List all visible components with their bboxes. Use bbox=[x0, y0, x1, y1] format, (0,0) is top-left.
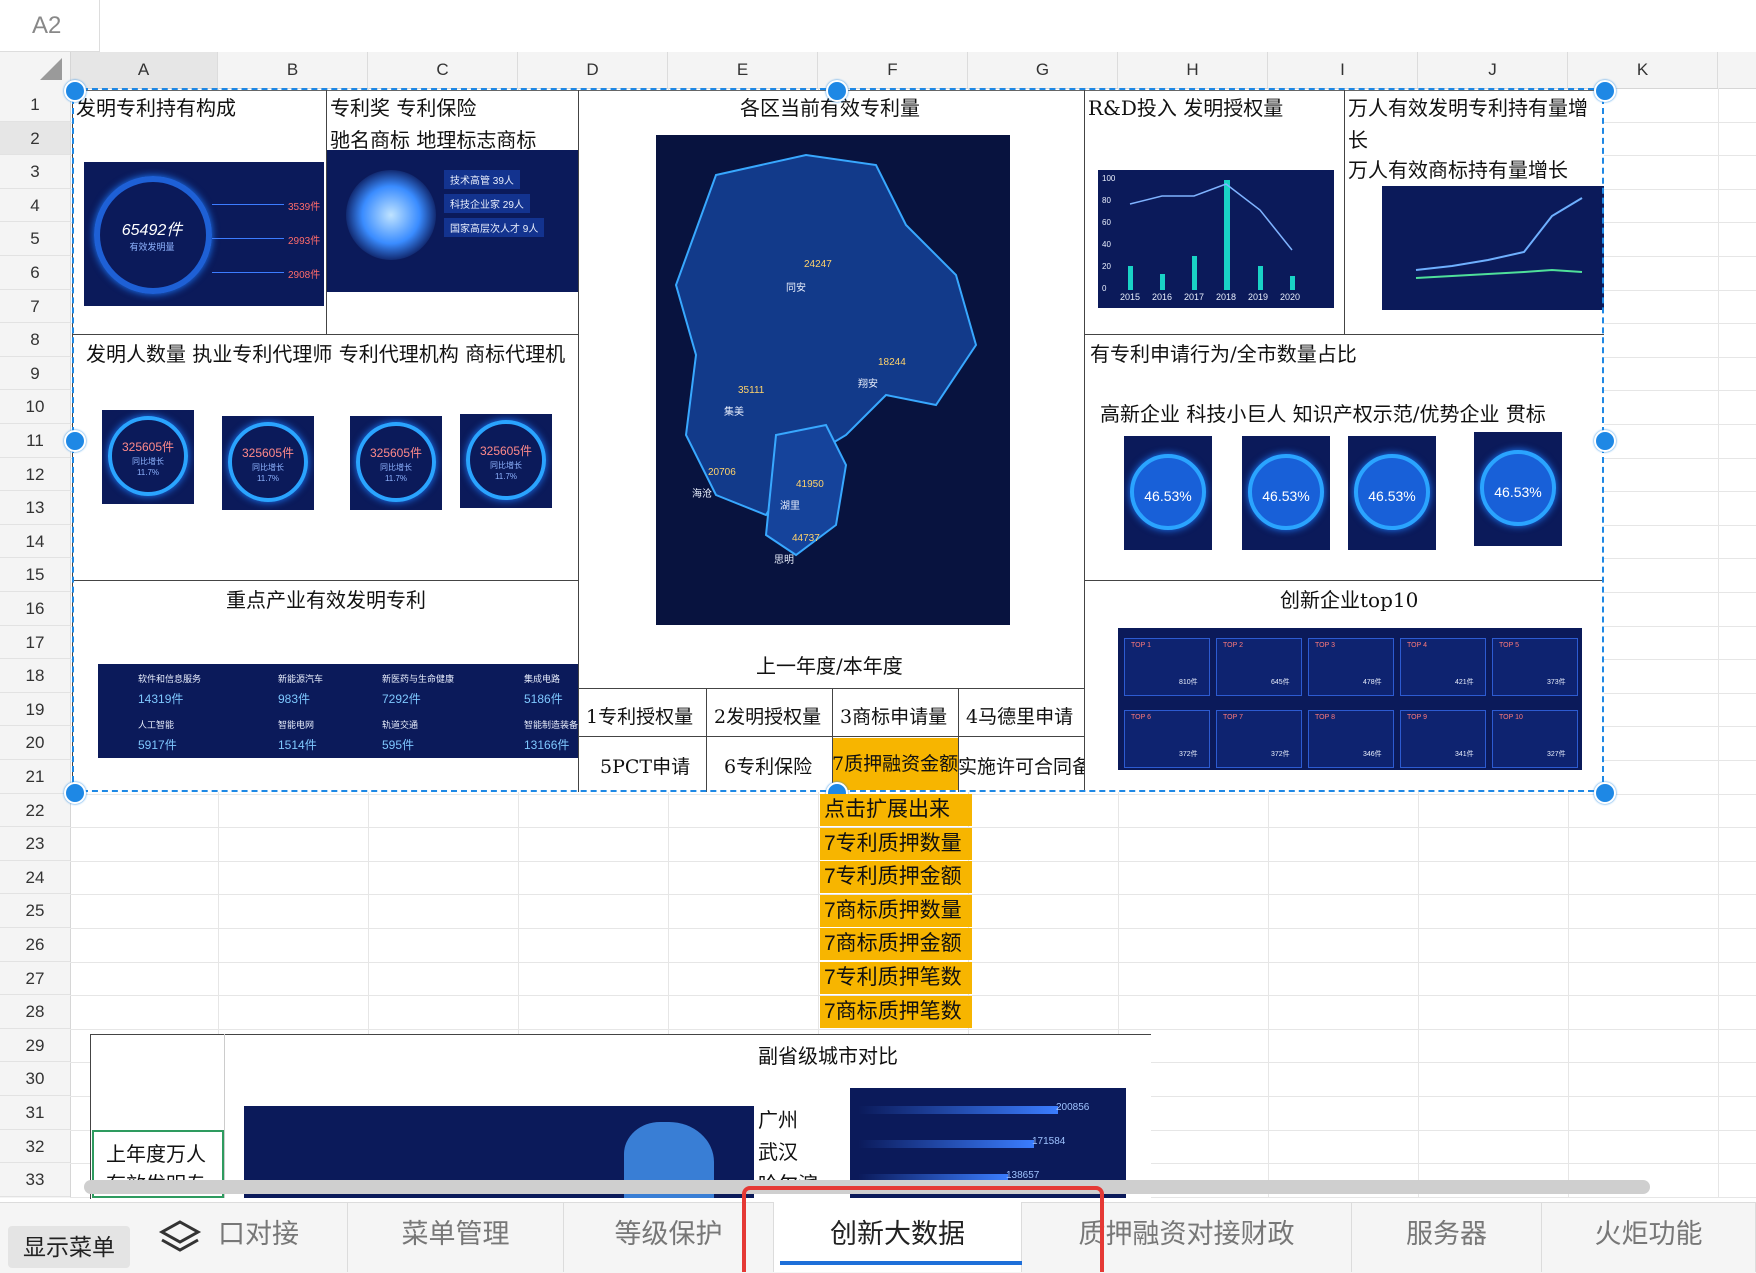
expanded-list-item[interactable]: 7商标质押金额 bbox=[820, 928, 972, 961]
row-header-23[interactable]: 23 bbox=[0, 827, 70, 861]
row-header-27[interactable]: 27 bbox=[0, 962, 70, 996]
expanded-list-item[interactable]: 7专利质押金额 bbox=[820, 861, 972, 894]
row-header-9[interactable]: 9 bbox=[0, 357, 70, 391]
row-header-29[interactable]: 29 bbox=[0, 1029, 70, 1063]
column-header-c[interactable]: C bbox=[368, 52, 518, 88]
row-header-7[interactable]: 7 bbox=[0, 290, 70, 324]
row-header-31[interactable]: 31 bbox=[0, 1096, 70, 1130]
row-header-17[interactable]: 17 bbox=[0, 626, 70, 660]
row-header-13[interactable]: 13 bbox=[0, 491, 70, 525]
row-header-8[interactable]: 8 bbox=[0, 323, 70, 357]
grid-row-line bbox=[70, 1028, 1756, 1030]
row-header-4[interactable]: 4 bbox=[0, 189, 70, 223]
row-header-20[interactable]: 20 bbox=[0, 726, 70, 760]
expanded-list-item[interactable]: 7专利质押数量 bbox=[820, 827, 972, 860]
column-header-i[interactable]: I bbox=[1268, 52, 1418, 88]
row-header-33[interactable]: 33 bbox=[0, 1163, 70, 1197]
column-header-k[interactable]: K bbox=[1568, 52, 1718, 88]
row-header-22[interactable]: 22 bbox=[0, 794, 70, 828]
selection-frame[interactable] bbox=[72, 88, 1604, 792]
cell-reference: A2 bbox=[32, 11, 62, 39]
column-header-a[interactable]: A bbox=[70, 52, 218, 88]
tab-server[interactable]: 服务器 bbox=[1352, 1202, 1542, 1272]
resize-handle-top-right[interactable] bbox=[1594, 80, 1616, 102]
layers-icon[interactable] bbox=[150, 1208, 210, 1268]
column-header-g[interactable]: G bbox=[968, 52, 1118, 88]
lower-city-2: 武汉 bbox=[758, 1140, 798, 1164]
row-header-6[interactable]: 6 bbox=[0, 256, 70, 290]
row-header-32[interactable]: 32 bbox=[0, 1130, 70, 1164]
tab-interface-docking[interactable]: 口对接 bbox=[210, 1202, 348, 1272]
grid-column-line bbox=[1718, 88, 1719, 1198]
lower-bar-value-1: 200856 bbox=[1056, 1102, 1090, 1113]
row-header-14[interactable]: 14 bbox=[0, 525, 70, 559]
expanded-list-item[interactable]: 7商标质押笔数 bbox=[820, 995, 972, 1028]
row-header-2[interactable]: 2 bbox=[0, 121, 70, 156]
select-all-triangle-icon bbox=[40, 58, 62, 80]
row-header-12[interactable]: 12 bbox=[0, 458, 70, 492]
column-header-e[interactable]: E bbox=[668, 52, 818, 88]
expanded-list-item[interactable]: 7商标质押数量 bbox=[820, 894, 972, 927]
row-header-26[interactable]: 26 bbox=[0, 928, 70, 962]
column-header-h[interactable]: H bbox=[1118, 52, 1268, 88]
row-header-10[interactable]: 10 bbox=[0, 390, 70, 424]
lower-title: 副省级城市对比 bbox=[758, 1044, 898, 1068]
column-header-j[interactable]: J bbox=[1418, 52, 1568, 88]
tab-torch-function[interactable]: 火炬功能 bbox=[1542, 1202, 1756, 1272]
row-header-11[interactable]: 11 bbox=[0, 424, 70, 458]
name-box[interactable]: A2 bbox=[0, 0, 100, 52]
annotation-highlight-box bbox=[742, 1186, 1104, 1272]
resize-handle-middle-right[interactable] bbox=[1594, 430, 1616, 452]
resize-handle-middle-left[interactable] bbox=[64, 430, 86, 452]
column-header-b[interactable]: B bbox=[218, 52, 368, 88]
row-header-5[interactable]: 5 bbox=[0, 222, 70, 256]
show-menu-button[interactable]: 显示菜单 bbox=[8, 1226, 130, 1268]
row-header-19[interactable]: 19 bbox=[0, 693, 70, 727]
row-header-16[interactable]: 16 bbox=[0, 592, 70, 626]
resize-handle-top-center[interactable] bbox=[826, 80, 848, 102]
row-header-21[interactable]: 21 bbox=[0, 760, 70, 794]
tab-menu-management[interactable]: 菜单管理 bbox=[348, 1202, 564, 1272]
row-header-3[interactable]: 3 bbox=[0, 155, 70, 189]
row-header-1[interactable]: 1 bbox=[0, 88, 70, 122]
row-header-24[interactable]: 24 bbox=[0, 861, 70, 895]
row-header-15[interactable]: 15 bbox=[0, 558, 70, 592]
resize-handle-top-left[interactable] bbox=[64, 80, 86, 102]
lower-city-1: 广州 bbox=[758, 1108, 798, 1132]
column-header-bar: A B C D E F G H I J K bbox=[0, 52, 1756, 89]
row-header-18[interactable]: 18 bbox=[0, 659, 70, 693]
row-header-25[interactable]: 25 bbox=[0, 894, 70, 928]
column-header-d[interactable]: D bbox=[518, 52, 668, 88]
lower-bar-value-2: 171584 bbox=[1032, 1136, 1066, 1147]
formula-bar[interactable] bbox=[100, 0, 1756, 53]
row-header-30[interactable]: 30 bbox=[0, 1062, 70, 1096]
resize-handle-bottom-left[interactable] bbox=[64, 782, 86, 804]
lower-left-label-1: 上年度万人 bbox=[106, 1142, 206, 1166]
expanded-list-item[interactable]: 点击扩展出来 bbox=[820, 794, 972, 826]
row-header-28[interactable]: 28 bbox=[0, 995, 70, 1029]
resize-handle-bottom-right[interactable] bbox=[1594, 782, 1616, 804]
expanded-list-item[interactable]: 7专利质押笔数 bbox=[820, 962, 972, 994]
